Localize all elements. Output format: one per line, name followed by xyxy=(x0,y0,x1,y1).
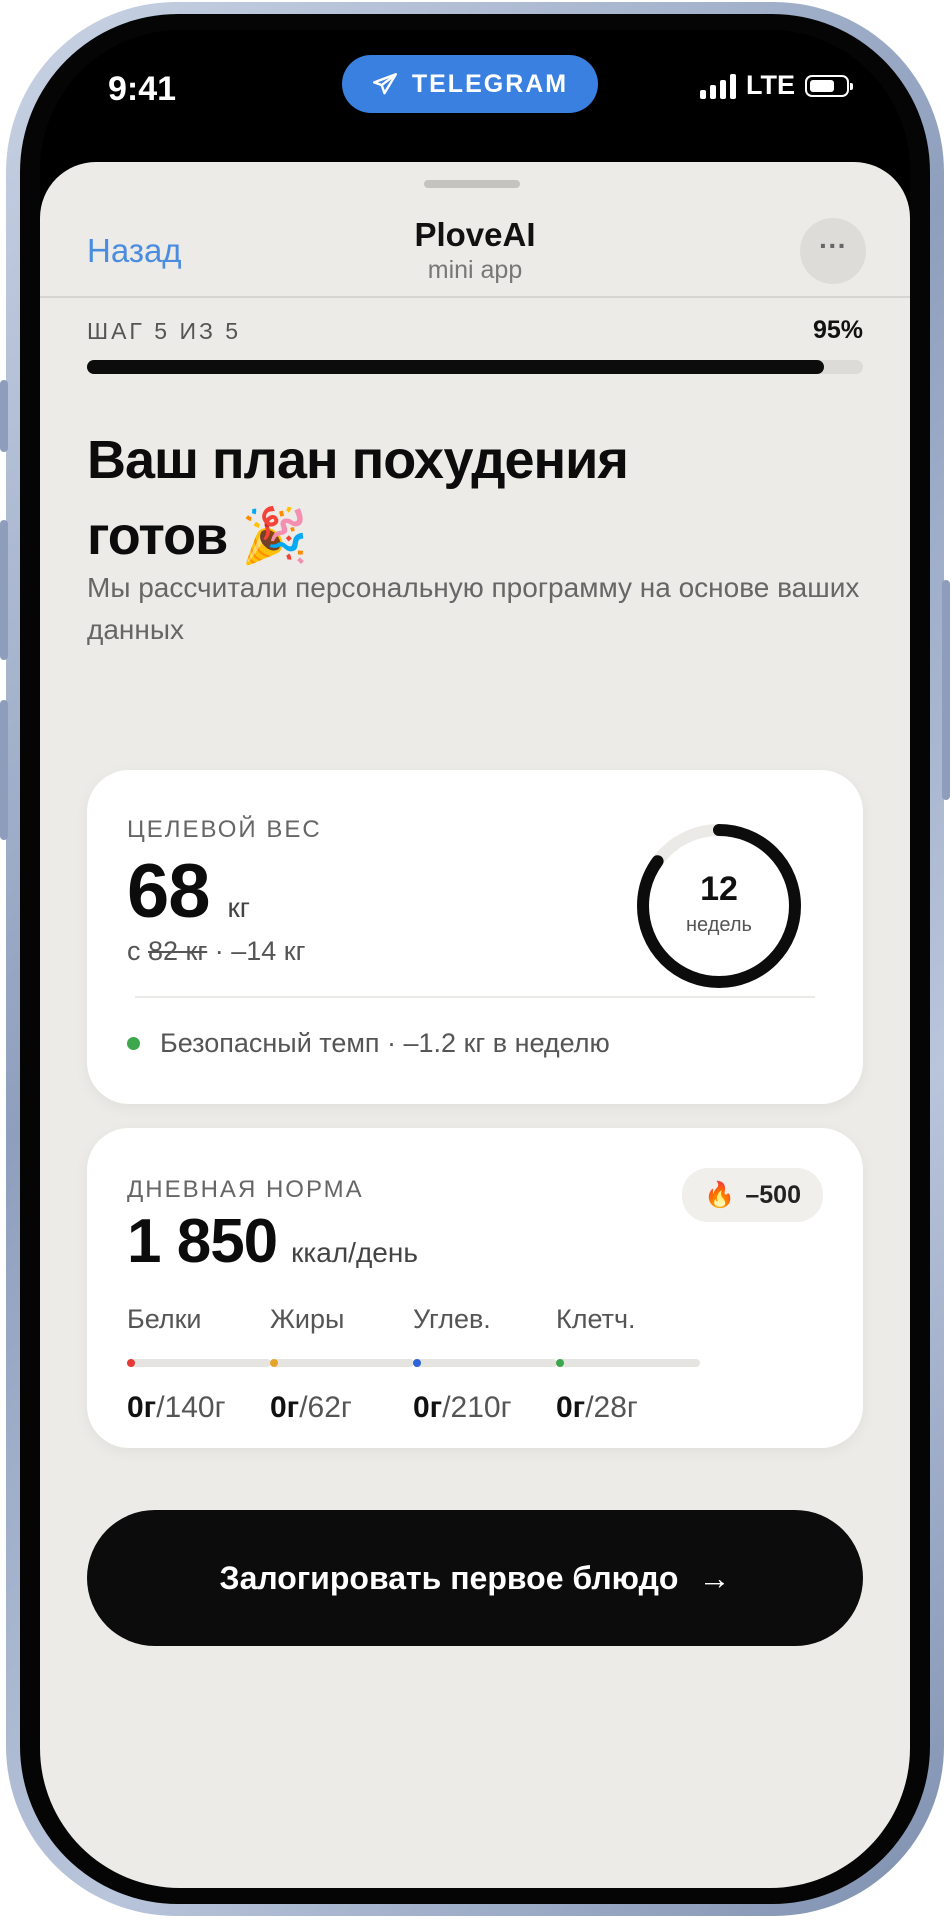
party-popper-icon: 🎉 xyxy=(241,506,308,566)
macro-progress-bar xyxy=(127,1359,271,1367)
macro-value: 0г/140г xyxy=(127,1391,271,1425)
pace-text: Безопасный темп · –1.2 кг в неделю xyxy=(160,1028,610,1058)
header-divider xyxy=(40,296,910,298)
macro-progress-fill xyxy=(127,1359,135,1367)
macro-current: 0г xyxy=(413,1391,443,1424)
target-weight-unit: кг xyxy=(227,892,251,923)
phone-screen: 9:41 TELEGRAM LTE Назад PloveAI mini app… xyxy=(40,30,910,1888)
title-line-2: готов 🎉 xyxy=(87,498,867,574)
card-divider xyxy=(135,996,815,998)
macro-progress-bar xyxy=(413,1359,557,1367)
macro-value: 0г/62г xyxy=(270,1391,414,1425)
macro-target: /140г xyxy=(156,1391,226,1424)
calories-row: 1 850 ккал/день xyxy=(127,1206,418,1277)
macro-current: 0г xyxy=(556,1391,586,1424)
macro-current: 0г xyxy=(127,1391,157,1424)
more-menu-button[interactable]: ··· xyxy=(800,218,866,284)
macro-current: 0г xyxy=(270,1391,300,1424)
calories-value: 1 850 xyxy=(127,1207,278,1276)
arrow-right-icon: → xyxy=(698,1559,731,1596)
side-button-volume-down xyxy=(0,700,8,840)
target-weight-value: 68 xyxy=(127,849,211,934)
fire-icon: 🔥 xyxy=(704,1180,736,1209)
from-prefix: с xyxy=(127,936,141,966)
side-button-action xyxy=(0,380,8,452)
calorie-deficit-badge: 🔥 –500 xyxy=(682,1168,823,1222)
macro-column: Углев. 0г/210г xyxy=(413,1304,557,1425)
target-weight-card: ЦЕЛЕВОЙ ВЕС 68 кг с 82 кг · –14 кг 12 не… xyxy=(87,770,863,1104)
step-label: ШАГ 5 ИЗ 5 xyxy=(87,318,242,344)
macro-progress-fill xyxy=(556,1359,564,1367)
more-icon: ··· xyxy=(819,230,847,261)
macro-value: 0г/28г xyxy=(556,1391,700,1425)
status-indicators: LTE xyxy=(700,70,853,101)
page-title: Ваш план похудения готов 🎉 xyxy=(87,422,867,574)
signal-icon xyxy=(700,73,736,99)
weight-delta: · –14 кг xyxy=(214,936,306,966)
macro-name: Жиры xyxy=(270,1304,345,1334)
target-weight-value-row: 68 кг xyxy=(127,848,250,935)
app-title: PloveAI xyxy=(414,216,536,253)
deficit-value: –500 xyxy=(745,1180,801,1209)
macro-name: Белки xyxy=(127,1304,202,1334)
side-button-power xyxy=(942,580,950,800)
log-first-meal-button[interactable]: Залогировать первое блюдо → xyxy=(87,1510,863,1646)
calories-unit: ккал/день xyxy=(291,1237,418,1268)
macro-value: 0г/210г xyxy=(413,1391,557,1425)
app-subtitle: mini app xyxy=(427,256,523,284)
battery-icon xyxy=(805,74,853,97)
macro-progress-fill xyxy=(270,1359,278,1367)
weeks-value: 12 xyxy=(700,870,738,908)
macro-target: /62г xyxy=(299,1391,352,1424)
telegram-plane-icon xyxy=(372,73,397,95)
weeks-ring: 12 недель xyxy=(635,822,803,990)
status-dot-icon xyxy=(127,1037,140,1050)
macro-target: /28г xyxy=(585,1391,638,1424)
network-label: LTE xyxy=(746,70,795,100)
side-button-volume-up xyxy=(0,520,8,660)
progress-fill xyxy=(87,360,825,374)
title-line-1: Ваш план похудения xyxy=(87,430,629,490)
start-weight: 82 кг xyxy=(148,936,208,966)
sheet-grabber[interactable] xyxy=(424,180,520,188)
macro-column: Клетч. 0г/28г xyxy=(556,1304,700,1425)
macro-column: Жиры 0г/62г xyxy=(270,1304,414,1425)
status-time: 9:41 xyxy=(108,70,177,108)
macro-target: /210г xyxy=(442,1391,512,1424)
telegram-pill[interactable]: TELEGRAM xyxy=(342,55,598,113)
macro-column: Белки 0г/140г xyxy=(127,1304,271,1425)
page-subtitle: Мы рассчитали персональную программу на … xyxy=(87,572,860,645)
macro-progress-bar xyxy=(556,1359,700,1367)
macro-name: Углев. xyxy=(413,1304,491,1334)
macro-progress-bar xyxy=(270,1359,414,1367)
daily-norm-card: ДНЕВНАЯ НОРМА 🔥 –500 1 850 ккал/день Бел… xyxy=(87,1128,863,1448)
progress-percent: 95% xyxy=(812,316,863,344)
weight-change-line: с 82 кг · –14 кг xyxy=(127,936,305,967)
telegram-label: TELEGRAM xyxy=(411,69,569,98)
cta-label: Залогировать первое блюдо xyxy=(219,1559,679,1596)
mini-app-sheet: Назад PloveAI mini app ··· ШАГ 5 ИЗ 5 95… xyxy=(40,162,910,1888)
weeks-label: недель xyxy=(686,914,752,936)
macro-progress-fill xyxy=(413,1359,421,1367)
target-weight-label: ЦЕЛЕВОЙ ВЕС xyxy=(127,816,322,843)
progress-bar xyxy=(87,360,863,374)
daily-norm-label: ДНЕВНАЯ НОРМА xyxy=(127,1176,364,1203)
pace-row: Безопасный темп · –1.2 кг в неделю xyxy=(127,1028,610,1059)
macro-name: Клетч. xyxy=(556,1304,636,1334)
title-word: готов xyxy=(87,506,228,566)
